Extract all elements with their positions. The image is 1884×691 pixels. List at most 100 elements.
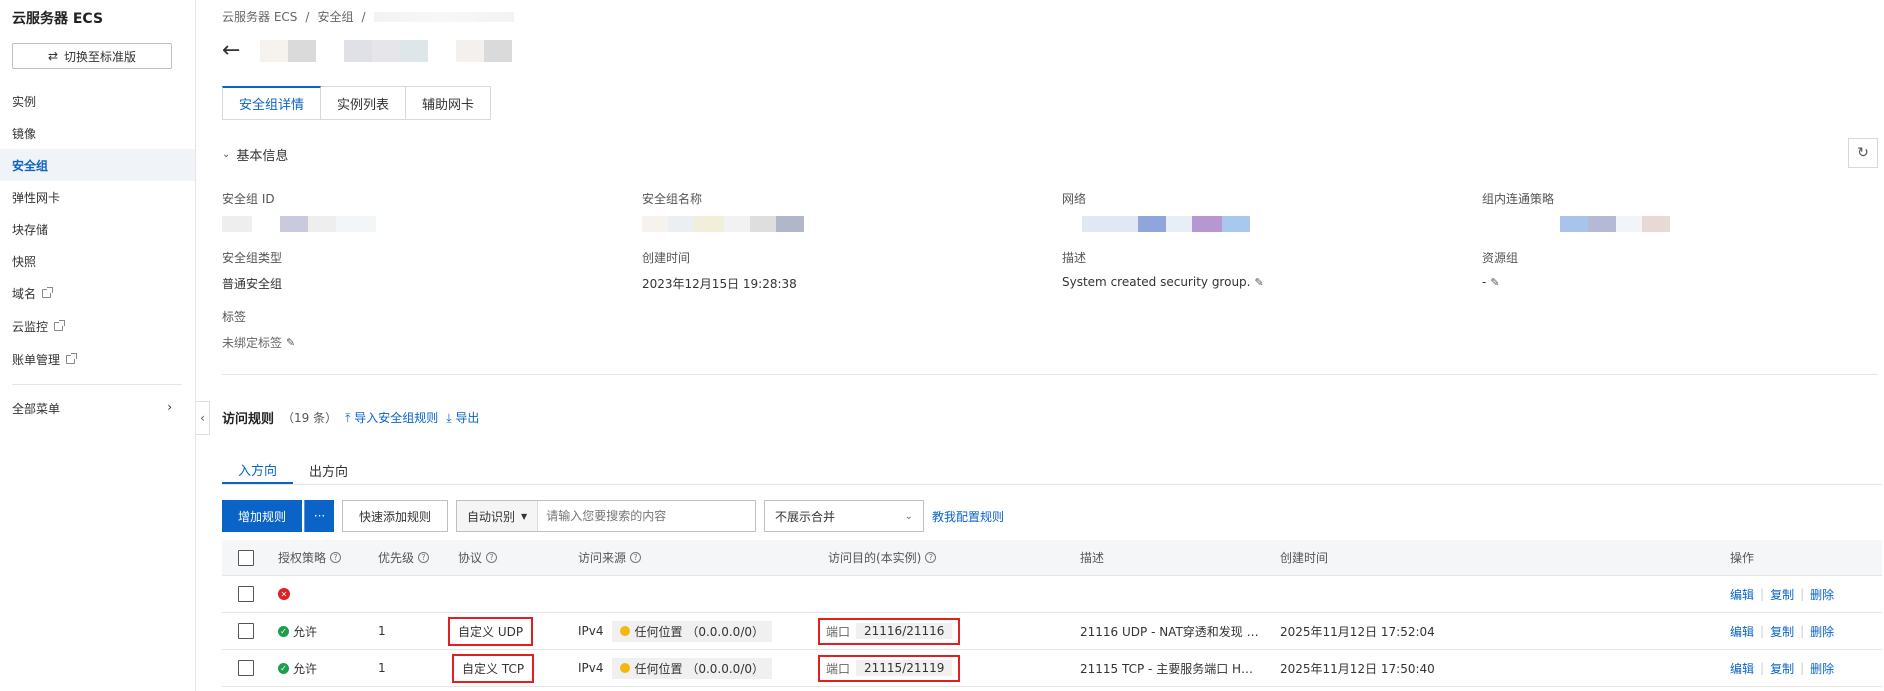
refresh-button[interactable]: ↻ [1848, 138, 1878, 168]
field-label: 安全组类型 [222, 251, 283, 265]
field-label: 组内连通策略 [1482, 192, 1555, 206]
delete-link[interactable]: 删除 [1810, 623, 1834, 640]
rules-toolbar: 增加规则 ··· 快速添加规则 自动识别 ▼ 不展示合并 ⌄ 教我配置规则 [222, 500, 1004, 532]
protocol-value: 自定义 TCP [452, 653, 535, 683]
download-icon: ⤓ [446, 411, 452, 425]
breadcrumb-sep: / [361, 9, 366, 24]
help-icon[interactable]: ? [486, 552, 498, 563]
sidebar-item-images[interactable]: 镜像 [0, 117, 195, 149]
source-tag: 任何位置 （0.0.0.0/0） [611, 620, 772, 642]
edit-link[interactable]: 编辑 [1730, 623, 1754, 640]
help-icon[interactable]: ? [418, 552, 430, 563]
col-description: 描述 [1080, 549, 1104, 566]
breadcrumb-ecs[interactable]: 云服务器 ECS [222, 8, 297, 25]
description-value: 21116 UDP - NAT穿透和发现 UD... [1080, 624, 1260, 639]
column-header: 创建时间 [1280, 551, 1329, 565]
back-arrow-icon[interactable]: ← [222, 40, 240, 62]
tab-secondary-eni[interactable]: 辅助网卡 [406, 86, 492, 120]
field-value: 普通安全组 [222, 277, 283, 291]
column-header: 访问来源 [578, 551, 627, 565]
field-label: 安全组名称 [642, 192, 703, 206]
field-label: 描述 [1062, 251, 1087, 265]
all-menu-item[interactable]: 全部菜单 › [12, 400, 172, 417]
switch-version-button[interactable]: ⇄ 切换至标准版 [12, 43, 172, 69]
column-header: 优先级 [378, 551, 415, 565]
separator: | [1800, 624, 1805, 638]
sidebar-item-label: 块存储 [12, 222, 49, 237]
tab-instance-list[interactable]: 实例列表 [321, 86, 407, 120]
row-checkbox[interactable] [238, 623, 254, 639]
row-checkbox[interactable] [238, 586, 254, 602]
sidebar-item-eni[interactable]: 弹性网卡 [0, 181, 195, 213]
sidebar-item-instances[interactable]: 实例 [0, 85, 195, 117]
policy-value: 允许 [293, 624, 318, 639]
separator: | [1760, 624, 1765, 638]
field-label: 资源组 [1482, 251, 1519, 265]
field-tags: 标签 未绑定标签 ✎ [222, 308, 295, 351]
redacted-value [1482, 216, 1670, 232]
sidebar-item-label: 快照 [12, 254, 37, 269]
help-icon[interactable]: ? [925, 552, 937, 563]
table-header: 授权策略? 优先级? 协议? 访问来源? 访问目的(本实例)? 描述 创建时间 … [222, 540, 1882, 576]
search-type-select[interactable]: 自动识别 ▼ [457, 501, 539, 531]
merge-select-value: 不展示合并 [775, 509, 836, 524]
edit-icon[interactable]: ✎ [286, 336, 295, 349]
external-link-icon [42, 286, 54, 298]
sidebar-item-billing[interactable]: 账单管理 [0, 343, 195, 375]
teach-config-link[interactable]: 教我配置规则 [932, 508, 1004, 525]
separator: | [1800, 661, 1805, 675]
priority-value: 1 [378, 661, 386, 675]
edit-link[interactable]: 编辑 [1730, 586, 1754, 603]
field-value: System created security group. [1062, 275, 1251, 289]
edit-icon[interactable]: ✎ [1254, 276, 1263, 289]
port-value: 21116/21116 [856, 623, 953, 639]
sidebar-item-security-groups[interactable]: 安全组 [0, 149, 195, 181]
copy-link[interactable]: 复制 [1770, 623, 1794, 640]
copy-link[interactable]: 复制 [1770, 586, 1794, 603]
edit-link[interactable]: 编辑 [1730, 660, 1754, 677]
help-icon[interactable]: ? [630, 552, 642, 563]
search-input[interactable] [538, 501, 756, 531]
import-rules-link[interactable]: ⤒ 导入安全组规则 [345, 409, 438, 426]
column-header: 授权策略 [278, 551, 327, 565]
sidebar-item-cloud-monitor[interactable]: 云监控 [0, 310, 195, 342]
column-header: 操作 [1730, 551, 1755, 565]
col-priority: 优先级? [378, 549, 430, 566]
collapse-sidebar-button[interactable]: ‹ [196, 401, 210, 435]
sidebar-item-domain[interactable]: 域名 [0, 277, 195, 309]
merge-select[interactable]: 不展示合并 ⌄ [764, 500, 925, 532]
refresh-icon: ↻ [1857, 145, 1869, 161]
field-sg-name: 安全组名称 [642, 190, 804, 232]
export-link[interactable]: ⤓ 导出 [446, 409, 479, 426]
field-value: - [1482, 275, 1487, 289]
row-actions: 编辑 | 复制 | 删除 [1730, 586, 1834, 603]
add-rule-button[interactable]: 增加规则 [222, 500, 303, 532]
sidebar-item-snapshots[interactable]: 快照 [0, 245, 195, 277]
tab-outbound[interactable]: 出方向 [293, 456, 364, 484]
row-checkbox[interactable] [238, 660, 254, 676]
upload-icon: ⤒ [345, 411, 351, 425]
breadcrumb-security-group[interactable]: 安全组 [317, 8, 353, 25]
table-row: ✕ 编辑 | 复制 | 删除 [222, 576, 1882, 613]
sidebar-item-block-storage[interactable]: 块存储 [0, 213, 195, 245]
select-all-checkbox[interactable] [238, 549, 254, 566]
delete-link[interactable]: 删除 [1810, 586, 1834, 603]
field-label: 安全组 ID [222, 192, 275, 206]
edit-icon[interactable]: ✎ [1490, 276, 1499, 289]
tab-sg-details[interactable]: 安全组详情 [222, 86, 322, 120]
search-type-label: 自动识别 [467, 509, 516, 524]
help-icon[interactable]: ? [330, 552, 342, 563]
ip-version: IPv4 [578, 624, 604, 638]
external-link-icon [54, 319, 66, 331]
basic-info-header[interactable]: ⌄ 基本信息 [222, 145, 288, 164]
more-button[interactable]: ··· [304, 500, 335, 532]
quick-add-rule-button[interactable]: 快速添加规则 [342, 500, 449, 532]
port-value: 21115/21119 [856, 660, 953, 676]
tab-inbound[interactable]: 入方向 [222, 456, 294, 484]
check-circle-icon: ✓ [278, 662, 289, 674]
rules-count: （19 条） [282, 411, 338, 425]
chevron-right-icon: › [167, 400, 172, 414]
copy-link[interactable]: 复制 [1770, 660, 1794, 677]
delete-link[interactable]: 删除 [1810, 660, 1834, 677]
policy-value: 允许 [293, 661, 318, 676]
